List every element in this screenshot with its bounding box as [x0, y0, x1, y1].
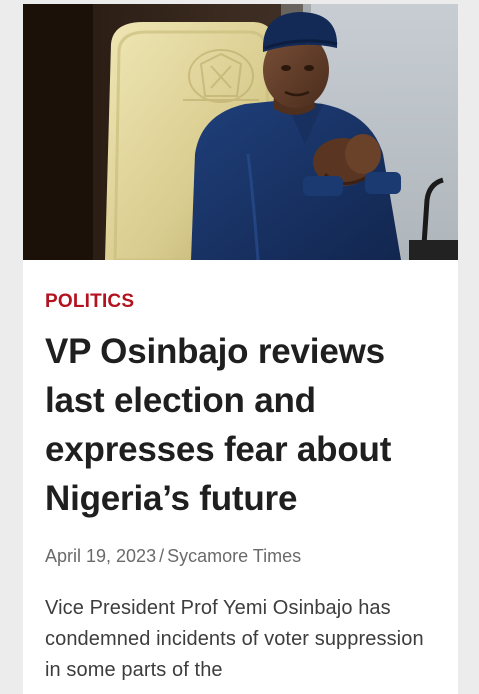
category-link[interactable]: POLITICS	[45, 291, 134, 313]
featured-image-graphic	[23, 4, 458, 260]
article-date: April 19, 2023	[45, 546, 157, 566]
meta-separator: /	[159, 546, 165, 566]
article-card: POLITICS VP Osinbajo reviews last electi…	[23, 4, 458, 694]
article-featured-image[interactable]	[23, 4, 458, 260]
article-body: POLITICS VP Osinbajo reviews last electi…	[23, 260, 458, 686]
author-link[interactable]: Sycamore Times	[167, 546, 301, 566]
article-title[interactable]: VP Osinbajo reviews last election and ex…	[45, 327, 436, 523]
article-meta: April 19, 2023/Sycamore Times	[45, 545, 436, 567]
article-excerpt: Vice President Prof Yemi Osinbajo has co…	[45, 597, 424, 681]
